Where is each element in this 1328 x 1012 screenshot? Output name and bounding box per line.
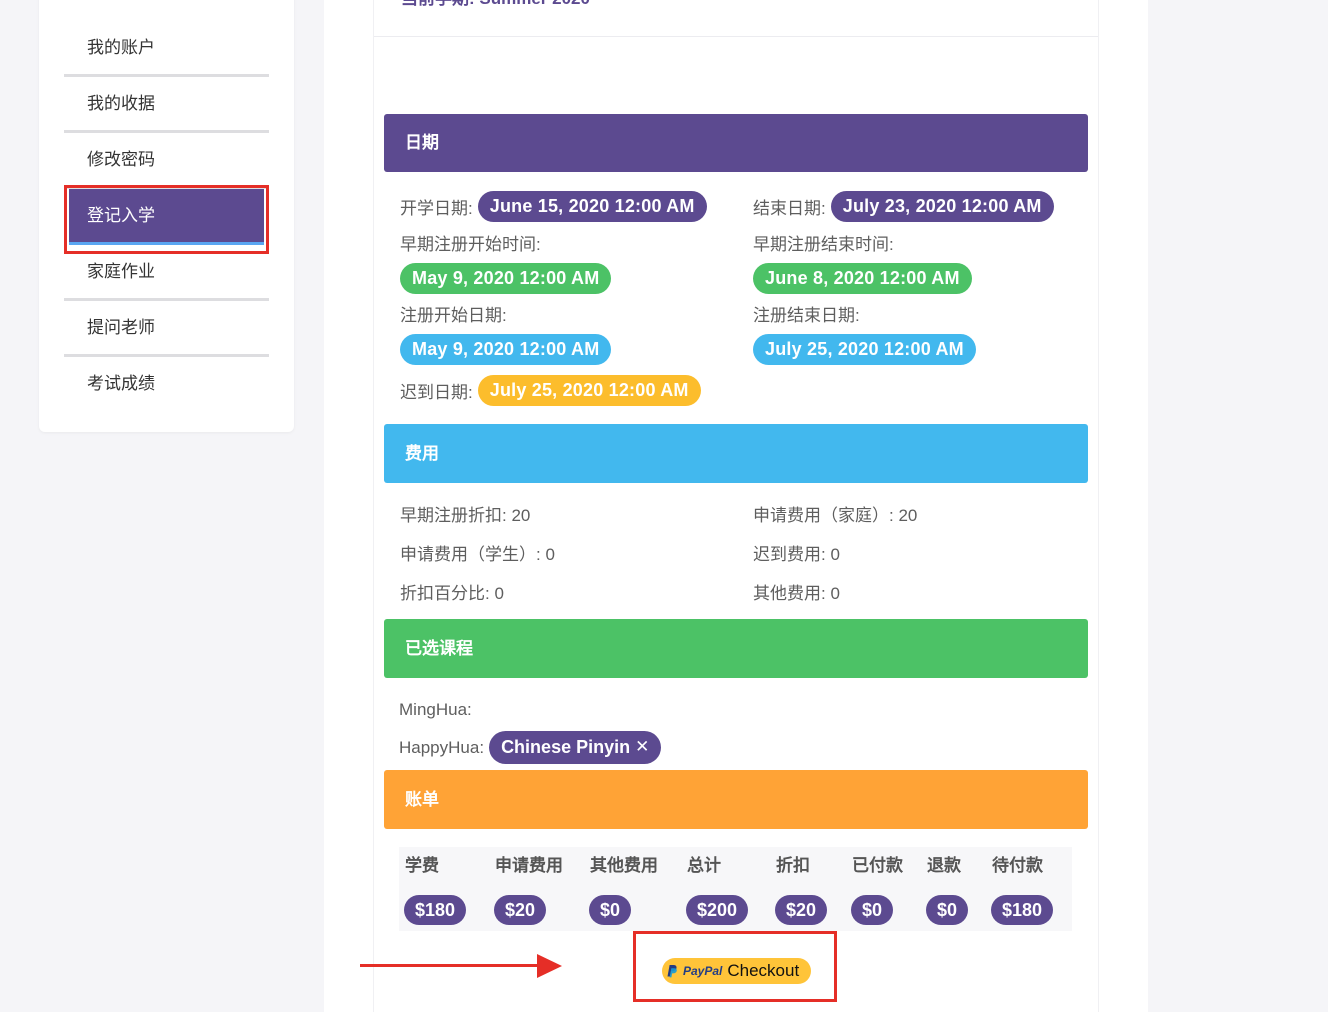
- annotation-highlight-box: [64, 185, 269, 254]
- start-date-field: 开学日期: June 15, 2020 12:00 AM: [400, 191, 707, 222]
- start-date-label: 开学日期:: [400, 199, 473, 218]
- fee-label: 申请费用（学生）:: [400, 545, 541, 564]
- registration-end-label: 注册结束日期:: [753, 306, 860, 325]
- registration-start-field: 注册开始日期: May 9, 2020 12:00 AM: [400, 303, 612, 365]
- amount-badge: $20: [494, 895, 547, 925]
- fee-item: 申请费用（学生）: 0: [400, 535, 753, 574]
- course-badge: Chinese Pinyin ✕: [489, 731, 662, 764]
- sidebar-item-my-receipts[interactable]: 我的收据: [64, 77, 269, 133]
- fee-value: 0: [494, 584, 504, 603]
- fee-item: 其他费用: 0: [753, 574, 1090, 613]
- fee-label: 早期注册折扣:: [400, 506, 507, 525]
- fee-label: 折扣百分比:: [400, 584, 490, 603]
- bill-cell: $0: [584, 885, 681, 931]
- registration-start-label: 注册开始日期:: [400, 306, 507, 325]
- fee-label: 其他费用:: [753, 584, 826, 603]
- registration-start-badge: May 9, 2020 12:00 AM: [400, 334, 612, 365]
- registration-end-field: 注册结束日期: July 25, 2020 12:00 AM: [753, 303, 976, 365]
- fee-value: 0: [830, 545, 840, 564]
- early-registration-end-field: 早期注册结束时间: June 8, 2020 12:00 AM: [753, 232, 972, 294]
- bill-cell: $0: [921, 885, 986, 931]
- bill-cell: $200: [681, 885, 770, 931]
- fee-item: 折扣百分比: 0: [400, 574, 753, 613]
- end-date-badge: July 23, 2020 12:00 AM: [830, 191, 1054, 222]
- bill-cell: $20: [489, 885, 584, 931]
- bill-section-header: 账单: [384, 770, 1088, 829]
- amount-badge: $200: [686, 895, 749, 925]
- amount-badge: $0: [589, 895, 632, 925]
- fee-label: 申请费用（家庭）:: [753, 506, 894, 525]
- term-header: 当前学期: Summer 2020: [374, 0, 1098, 37]
- early-registration-end-label: 早期注册结束时间:: [753, 235, 894, 254]
- student-name: HappyHua:: [399, 737, 485, 757]
- bill-cell: $20: [770, 885, 846, 931]
- fee-item: 迟到费用: 0: [753, 535, 1090, 574]
- fee-value: 0: [830, 584, 840, 603]
- late-date-field: 迟到日期: July 25, 2020 12:00 AM: [400, 375, 701, 406]
- student-row: MingHua:: [399, 697, 472, 723]
- bill-header-application-fee: 申请费用: [495, 856, 563, 875]
- dates-section-header: 日期: [384, 114, 1088, 172]
- end-date-label: 结束日期:: [753, 199, 826, 218]
- bill-header-paid: 已付款: [852, 856, 903, 875]
- student-row: HappyHua: Chinese Pinyin ✕: [399, 731, 662, 764]
- early-registration-start-field: 早期注册开始时间: May 9, 2020 12:00 AM: [400, 232, 612, 294]
- annotation-highlight-box: [633, 931, 837, 1002]
- courses-section-header: 已选课程: [384, 619, 1088, 678]
- current-term: 当前学期: Summer 2020: [401, 0, 590, 11]
- fees-list: 早期注册折扣: 20 申请费用（家庭）: 20 申请费用（学生）: 0 迟到费用…: [400, 496, 1090, 613]
- bill-cell: $0: [846, 885, 921, 931]
- annotation-arrow-head-icon: [537, 954, 562, 978]
- bill-header-discount: 折扣: [776, 856, 810, 875]
- main-panel: 当前学期: Summer 2020 日期 开学日期: June 15, 2020…: [324, 0, 1148, 1012]
- course-label: Chinese Pinyin: [501, 737, 631, 757]
- sidebar-item-my-account[interactable]: 我的账户: [64, 21, 269, 77]
- early-registration-start-label: 早期注册开始时间:: [400, 235, 541, 254]
- bill-header-total: 总计: [687, 856, 721, 875]
- late-date-label: 迟到日期:: [400, 383, 473, 402]
- bill-header-due: 待付款: [992, 856, 1043, 875]
- bill-cell: $180: [986, 885, 1072, 931]
- sidebar-item-change-password[interactable]: 修改密码: [64, 133, 269, 189]
- fee-value: 20: [898, 506, 918, 525]
- fee-value: 0: [545, 545, 555, 564]
- annotation-arrow-shaft: [360, 964, 540, 967]
- end-date-field: 结束日期: July 23, 2020 12:00 AM: [753, 191, 1054, 222]
- fee-item: 申请费用（家庭）: 20: [753, 496, 1090, 535]
- amount-badge: $180: [991, 895, 1054, 925]
- amount-badge: $180: [404, 895, 467, 925]
- sidebar-item-ask-teacher[interactable]: 提问老师: [64, 301, 269, 357]
- early-registration-end-badge: June 8, 2020 12:00 AM: [753, 263, 972, 294]
- student-name: MingHua:: [399, 700, 472, 719]
- fee-value: 20: [511, 506, 531, 525]
- close-icon[interactable]: ✕: [635, 731, 649, 764]
- start-date-badge: June 15, 2020 12:00 AM: [477, 191, 707, 222]
- amount-badge: $0: [926, 895, 969, 925]
- fee-label: 迟到费用:: [753, 545, 826, 564]
- bill-header-refund: 退款: [927, 856, 961, 875]
- bill-cell: $180: [399, 885, 489, 931]
- fee-item: 早期注册折扣: 20: [400, 496, 753, 535]
- late-date-badge: July 25, 2020 12:00 AM: [477, 375, 701, 406]
- amount-badge: $20: [775, 895, 828, 925]
- bill-header-tuition: 学费: [405, 856, 439, 875]
- early-registration-start-badge: May 9, 2020 12:00 AM: [400, 263, 612, 294]
- bill-table: 学费 申请费用 其他费用 总计 折扣 已付款 退款 待付款 $180 $20 $…: [399, 847, 1072, 931]
- amount-badge: $0: [851, 895, 894, 925]
- registration-end-badge: July 25, 2020 12:00 AM: [753, 334, 976, 365]
- bill-header-other-fee: 其他费用: [590, 856, 658, 875]
- sidebar-item-exam-scores[interactable]: 考试成绩: [64, 357, 269, 413]
- fees-section-header: 费用: [384, 424, 1088, 483]
